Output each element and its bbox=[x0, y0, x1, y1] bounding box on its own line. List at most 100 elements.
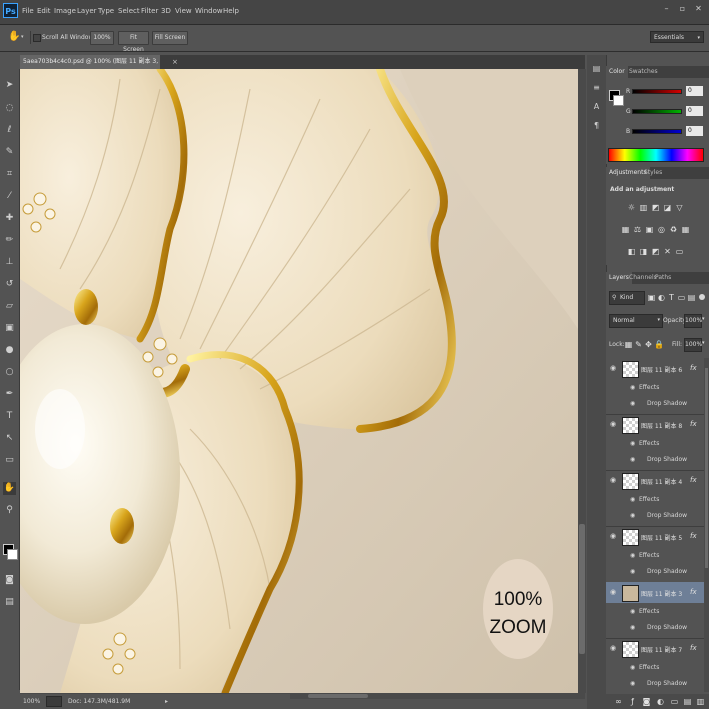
status-arrow-icon[interactable]: ▸ bbox=[165, 698, 168, 705]
fx-icon[interactable]: fx bbox=[690, 364, 697, 372]
effects-eye-icon[interactable]: ◉ bbox=[630, 552, 635, 559]
layers-scroll-thumb[interactable] bbox=[705, 368, 708, 568]
blend-mode-select[interactable]: Normal ▾ bbox=[609, 314, 663, 328]
vertical-scroll-thumb[interactable] bbox=[579, 524, 585, 654]
menu-layer[interactable]: Layer bbox=[77, 7, 97, 15]
menu-edit[interactable]: Edit bbox=[37, 7, 51, 15]
green-value[interactable]: 0 bbox=[686, 106, 703, 116]
opacity-input[interactable]: 100% bbox=[684, 314, 702, 328]
menu-image[interactable]: Image bbox=[54, 7, 76, 15]
healing-brush-tool-icon[interactable]: ✚ bbox=[3, 212, 16, 225]
tool-preset-chevron-icon[interactable]: ▾ bbox=[21, 34, 24, 40]
new-group-icon[interactable]: ▭ bbox=[670, 697, 679, 706]
fx-icon[interactable]: fx bbox=[690, 644, 697, 652]
tab-swatches[interactable]: Swatches bbox=[626, 66, 661, 78]
add-style-icon[interactable]: ƒ bbox=[628, 697, 637, 706]
visibility-eye-icon[interactable]: ◉ bbox=[610, 420, 616, 428]
zoom-level[interactable]: 100% bbox=[23, 698, 40, 705]
layer-filter-select[interactable]: ⚲ Kind bbox=[609, 291, 645, 305]
lock-pixels-icon[interactable]: ✎ bbox=[634, 340, 643, 349]
quick-select-tool-icon[interactable]: ✎ bbox=[3, 146, 16, 159]
blue-value[interactable]: 0 bbox=[686, 126, 703, 136]
curves-icon[interactable]: ◩ bbox=[651, 203, 660, 212]
menu-help[interactable]: Help bbox=[223, 7, 239, 15]
crop-tool-icon[interactable]: ⌗ bbox=[3, 168, 16, 181]
close-document-icon[interactable]: × bbox=[172, 58, 178, 66]
visibility-eye-icon[interactable]: ◉ bbox=[610, 364, 616, 372]
fx-icon[interactable]: fx bbox=[690, 476, 697, 484]
filter-smart-object-icon[interactable]: ▤ bbox=[687, 293, 696, 302]
exposure-icon[interactable]: ◪ bbox=[663, 203, 672, 212]
visibility-eye-icon[interactable]: ◉ bbox=[610, 588, 616, 596]
visibility-eye-icon[interactable]: ◉ bbox=[610, 644, 616, 652]
lasso-tool-icon[interactable]: ℓ bbox=[3, 124, 16, 137]
fx-icon[interactable]: fx bbox=[690, 532, 697, 540]
paragraph-panel-icon[interactable]: ¶ bbox=[590, 119, 603, 132]
color-lookup-icon[interactable]: ▦ bbox=[681, 225, 690, 234]
fx-icon[interactable]: fx bbox=[690, 588, 697, 596]
path-selection-tool-icon[interactable]: ↖ bbox=[3, 432, 16, 445]
drop-shadow-eye-icon[interactable]: ◉ bbox=[630, 456, 635, 463]
opacity-chevron-icon[interactable]: ▾ bbox=[702, 316, 705, 322]
gradient-map-icon[interactable]: ▭ bbox=[675, 247, 684, 256]
channel-mixer-icon[interactable]: ♻ bbox=[669, 225, 678, 234]
effects-eye-icon[interactable]: ◉ bbox=[630, 664, 635, 671]
blur-tool-icon[interactable]: ● bbox=[3, 344, 16, 357]
photo-filter-icon[interactable]: ◎ bbox=[657, 225, 666, 234]
invert-icon[interactable]: ◧ bbox=[627, 247, 636, 256]
drop-shadow-eye-icon[interactable]: ◉ bbox=[630, 568, 635, 575]
new-adjustment-icon[interactable]: ◐ bbox=[656, 697, 665, 706]
shape-tool-icon[interactable]: ▭ bbox=[3, 454, 16, 467]
visibility-eye-icon[interactable]: ◉ bbox=[610, 532, 616, 540]
filter-toggle-icon[interactable] bbox=[699, 294, 705, 300]
eraser-tool-icon[interactable]: ▱ bbox=[3, 300, 16, 313]
visibility-eye-icon[interactable]: ◉ bbox=[610, 476, 616, 484]
horizontal-scroll-thumb[interactable] bbox=[308, 694, 368, 698]
hand-tool-icon[interactable]: ✋ bbox=[3, 482, 16, 495]
lock-transparent-icon[interactable]: ▦ bbox=[624, 340, 633, 349]
color-balance-icon[interactable]: ⚖ bbox=[633, 225, 642, 234]
drop-shadow-eye-icon[interactable]: ◉ bbox=[630, 624, 635, 631]
zoom-100-button[interactable]: 100% bbox=[90, 31, 114, 45]
layer-row-selected[interactable]: ◉ 图层 11 副本 3 fx ◉ Effects ◉ Drop Shadow bbox=[606, 582, 704, 639]
workspace-select[interactable]: Essentials ▾ bbox=[650, 31, 704, 43]
menu-filter[interactable]: Filter bbox=[141, 7, 158, 15]
black-white-icon[interactable]: ▣ bbox=[645, 225, 654, 234]
add-mask-icon[interactable]: ◙ bbox=[642, 697, 651, 706]
layer-row[interactable]: ◉ 图层 11 副本 5 fx ◉ Effects ◉ Drop Shadow bbox=[606, 526, 704, 583]
history-brush-tool-icon[interactable]: ↺ bbox=[3, 278, 16, 291]
hand-tool-icon[interactable]: ✋ bbox=[8, 31, 20, 42]
layer-row[interactable]: ◉ 图层 11 副本 4 fx ◉ Effects ◉ Drop Shadow bbox=[606, 470, 704, 527]
layers-scrollbar[interactable] bbox=[704, 358, 709, 692]
red-value[interactable]: 0 bbox=[686, 86, 703, 96]
drop-shadow-eye-icon[interactable]: ◉ bbox=[630, 400, 635, 407]
drop-shadow-eye-icon[interactable]: ◉ bbox=[630, 512, 635, 519]
character-panel-icon[interactable]: A bbox=[590, 100, 603, 113]
marquee-tool-icon[interactable]: ◌ bbox=[3, 102, 16, 115]
fill-screen-button[interactable]: Fill Screen bbox=[152, 31, 188, 45]
gradient-tool-icon[interactable]: ▣ bbox=[3, 322, 16, 335]
menu-file[interactable]: File bbox=[22, 7, 34, 15]
restore-icon[interactable]: ▫ bbox=[677, 4, 688, 14]
background-color-swatch[interactable] bbox=[7, 549, 18, 560]
effects-eye-icon[interactable]: ◉ bbox=[630, 496, 635, 503]
effects-eye-icon[interactable]: ◉ bbox=[630, 440, 635, 447]
pen-tool-icon[interactable]: ✒ bbox=[3, 388, 16, 401]
vertical-scrollbar[interactable] bbox=[578, 69, 586, 693]
fill-input[interactable]: 100% bbox=[684, 338, 702, 352]
posterize-icon[interactable]: ◨ bbox=[639, 247, 648, 256]
menu-view[interactable]: View bbox=[175, 7, 192, 15]
lock-position-icon[interactable]: ✥ bbox=[644, 340, 653, 349]
menu-select[interactable]: Select bbox=[118, 7, 140, 15]
layer-row[interactable]: ◉ 图层 11 副本 6 fx ◉ Effects ◉ Drop Shadow bbox=[606, 358, 704, 415]
document-tab[interactable]: 5aea703b4c4c0.psd @ 100% (图层 11 副本 3, RG… bbox=[20, 55, 160, 69]
type-tool-icon[interactable]: T bbox=[3, 410, 16, 423]
fx-icon[interactable]: fx bbox=[690, 420, 697, 428]
filter-type-icon[interactable]: T bbox=[667, 293, 676, 302]
filter-adjustment-icon[interactable]: ◐ bbox=[657, 293, 666, 302]
minimize-icon[interactable]: – bbox=[661, 4, 672, 14]
lock-all-icon[interactable]: 🔒 bbox=[654, 340, 664, 349]
vibrance-icon[interactable]: ▽ bbox=[675, 203, 684, 212]
hue-saturation-icon[interactable]: ▦ bbox=[621, 225, 630, 234]
screen-mode-icon[interactable]: ▤ bbox=[3, 596, 16, 609]
